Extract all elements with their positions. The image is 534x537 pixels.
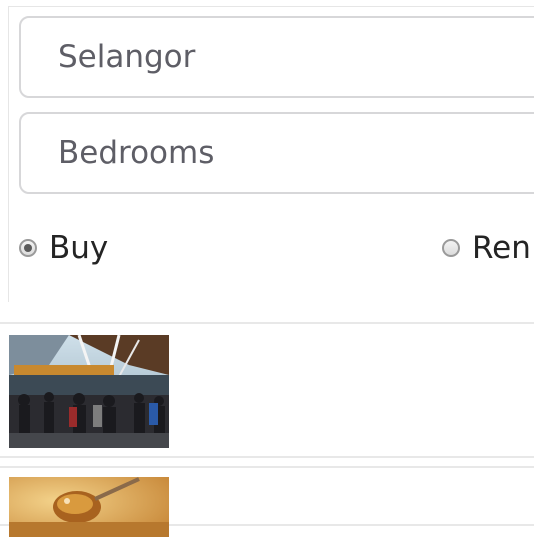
listing-card[interactable] xyxy=(0,322,534,458)
bedrooms-select[interactable]: Bedrooms xyxy=(19,112,534,194)
listing-thumbnail[interactable] xyxy=(9,335,169,448)
state-select-value: Selangor xyxy=(58,39,196,75)
listing-thumbnail[interactable] xyxy=(9,477,169,537)
rent-radio-button[interactable] xyxy=(442,239,460,257)
rent-radio[interactable]: Ren xyxy=(442,230,531,266)
soup-spoon-photo xyxy=(9,477,169,537)
listing-card[interactable] xyxy=(0,466,534,537)
state-select[interactable]: Selangor xyxy=(19,16,534,98)
airport-terminal-photo xyxy=(9,335,169,448)
buy-radio-label: Buy xyxy=(49,230,109,266)
buy-radio-button[interactable] xyxy=(19,239,37,257)
rent-radio-label: Ren xyxy=(472,230,531,266)
bedrooms-select-placeholder: Bedrooms xyxy=(58,135,215,171)
buy-radio[interactable]: Buy xyxy=(19,230,108,266)
